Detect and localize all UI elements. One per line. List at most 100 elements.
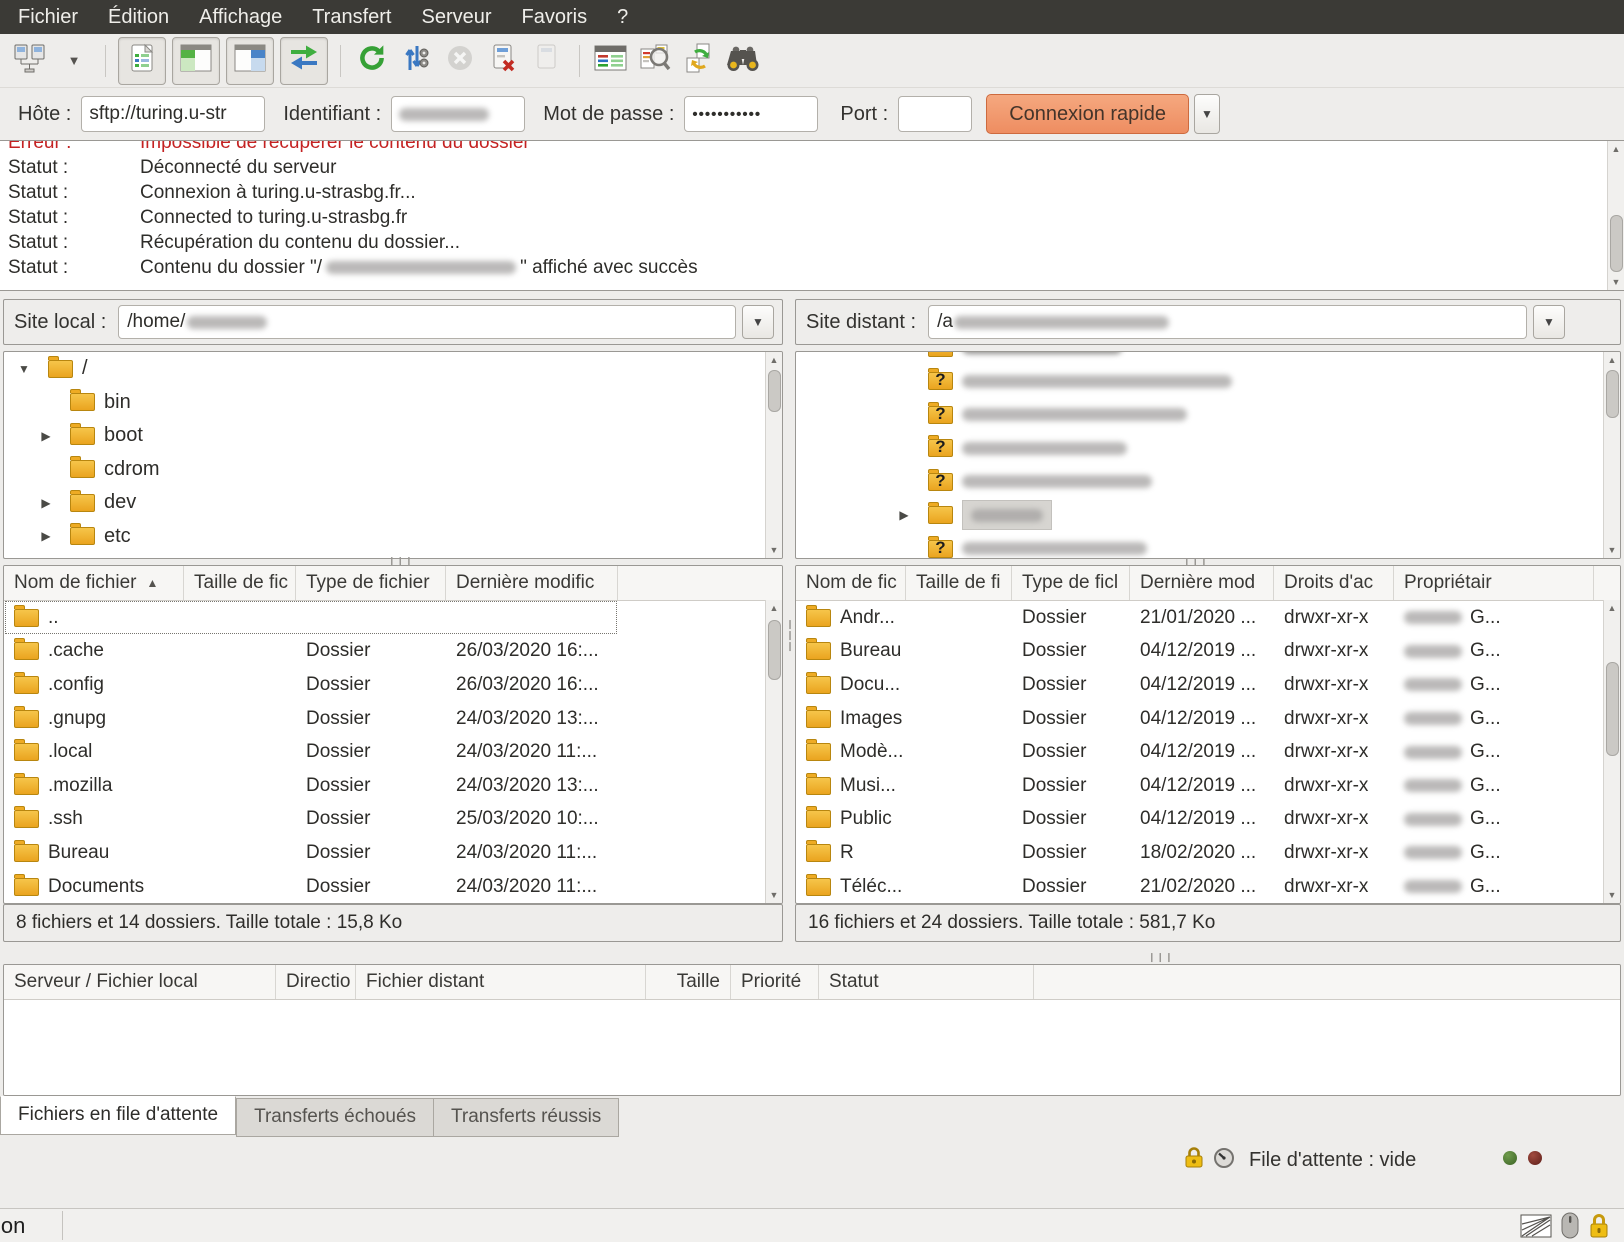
- column-header-owner[interactable]: Propriétair: [1394, 566, 1594, 600]
- file-row[interactable]: .cache Dossier 26/03/2020 16:...: [4, 635, 782, 669]
- disconnect-button[interactable]: [484, 39, 524, 83]
- file-row[interactable]: R Dossier 18/02/2020 ... drwxr-xr-x G...: [796, 836, 1620, 870]
- host-input[interactable]: [81, 96, 265, 132]
- column-header-remote-file[interactable]: Fichier distant: [356, 965, 646, 999]
- toggle-remote-tree-button[interactable]: [226, 37, 274, 85]
- tree-item-redacted[interactable]: [796, 432, 1620, 466]
- menu-item[interactable]: Transfert: [312, 6, 391, 29]
- column-header-server-local-file[interactable]: Serveur / Fichier local: [4, 965, 276, 999]
- scroll-up-icon[interactable]: ▲: [766, 600, 782, 616]
- lock-icon[interactable]: [1183, 1146, 1205, 1175]
- quickconnect-dropdown[interactable]: ▼: [1194, 94, 1220, 134]
- file-row[interactable]: ..: [4, 601, 782, 635]
- cancel-button[interactable]: [440, 39, 480, 83]
- remote-path-dropdown[interactable]: ▼: [1533, 305, 1565, 339]
- scroll-down-icon[interactable]: ▼: [1604, 542, 1620, 558]
- queue-empty-area[interactable]: [4, 1000, 1620, 1096]
- network-icon[interactable]: [1520, 1214, 1552, 1242]
- column-header-size[interactable]: Taille de fic: [184, 566, 296, 600]
- expander-closed-icon[interactable]: ▶: [36, 429, 56, 443]
- file-row[interactable]: .local Dossier 24/03/2020 11:...: [4, 735, 782, 769]
- column-header-modified[interactable]: Dernière modific: [446, 566, 618, 600]
- file-search-button[interactable]: [723, 39, 763, 83]
- toggle-message-log-button[interactable]: [118, 37, 166, 85]
- expander-closed-icon[interactable]: ▶: [36, 496, 56, 510]
- scroll-up-icon[interactable]: ▲: [766, 352, 782, 368]
- menu-item[interactable]: Favoris: [522, 6, 588, 29]
- log-scrollbar[interactable]: ▲ ▼: [1607, 141, 1624, 290]
- column-header-type[interactable]: Type de fichier: [296, 566, 446, 600]
- scroll-up-icon[interactable]: ▲: [1604, 600, 1620, 616]
- file-row[interactable]: Bureau Dossier 24/03/2020 11:...: [4, 836, 782, 870]
- column-header-size[interactable]: Taille: [646, 965, 731, 999]
- column-header-permissions[interactable]: Droits d'ac: [1274, 566, 1394, 600]
- scroll-down-icon[interactable]: ▼: [1608, 274, 1624, 290]
- tree-item-boot[interactable]: ▶ boot: [4, 419, 782, 453]
- scrollbar-thumb[interactable]: [1606, 662, 1619, 756]
- scrollbar-thumb[interactable]: [768, 620, 781, 680]
- file-row[interactable]: Docu... Dossier 04/12/2019 ... drwxr-xr-…: [796, 668, 1620, 702]
- column-header-modified[interactable]: Dernière mod: [1130, 566, 1274, 600]
- tree-item-redacted[interactable]: [796, 365, 1620, 399]
- expander-closed-icon[interactable]: ▶: [36, 529, 56, 543]
- remote-list-scrollbar[interactable]: ▲ ▼: [1603, 600, 1620, 903]
- tree-item-bin[interactable]: bin: [4, 386, 782, 420]
- mouse-icon[interactable]: [1561, 1212, 1579, 1242]
- menu-item[interactable]: Fichier: [18, 6, 78, 29]
- tree-item-selected[interactable]: ▶: [796, 499, 1620, 533]
- column-header-direction[interactable]: Directio: [276, 965, 356, 999]
- menu-item[interactable]: ?: [617, 6, 628, 29]
- tree-item-redacted[interactable]: [796, 532, 1620, 559]
- scroll-down-icon[interactable]: ▼: [766, 542, 782, 558]
- column-header-type[interactable]: Type de ficl: [1012, 566, 1130, 600]
- file-row[interactable]: Public Dossier 04/12/2019 ... drwxr-xr-x…: [796, 803, 1620, 837]
- toggle-transfer-queue-button[interactable]: [280, 37, 328, 85]
- file-row[interactable]: Musi... Dossier 04/12/2019 ... drwxr-xr-…: [796, 769, 1620, 803]
- remote-tree-scrollbar[interactable]: ▲ ▼: [1603, 352, 1620, 558]
- tab-failed-transfers[interactable]: Transferts échoués: [236, 1098, 434, 1137]
- splitter-handle[interactable]: ❙❙❙: [1148, 952, 1174, 963]
- scrollbar-thumb[interactable]: [768, 370, 781, 412]
- file-row[interactable]: .config Dossier 26/03/2020 16:...: [4, 668, 782, 702]
- tree-item-redacted[interactable]: [796, 351, 1620, 365]
- menu-item[interactable]: Affichage: [199, 6, 282, 29]
- synchronized-browsing-button[interactable]: [679, 39, 719, 83]
- tree-item-redacted[interactable]: [796, 398, 1620, 432]
- scrollbar-thumb[interactable]: [1610, 215, 1623, 272]
- menu-item[interactable]: Édition: [108, 6, 169, 29]
- tab-queued-files[interactable]: Fichiers en file d'attente: [0, 1096, 236, 1135]
- scrollbar-thumb[interactable]: [1606, 370, 1619, 418]
- local-path-dropdown[interactable]: ▼: [742, 305, 774, 339]
- tree-item-etc[interactable]: ▶ etc: [4, 520, 782, 554]
- scroll-down-icon[interactable]: ▼: [766, 887, 782, 903]
- file-row[interactable]: Bureau Dossier 04/12/2019 ... drwxr-xr-x…: [796, 635, 1620, 669]
- file-row[interactable]: .gnupg Dossier 24/03/2020 13:...: [4, 702, 782, 736]
- tree-item-cdrom[interactable]: cdrom: [4, 453, 782, 487]
- process-queue-button[interactable]: [396, 39, 436, 83]
- local-path-combo[interactable]: /home/: [118, 305, 736, 339]
- remote-path-combo[interactable]: /a: [928, 305, 1527, 339]
- tree-item-dev[interactable]: ▶ dev: [4, 486, 782, 520]
- column-header-name[interactable]: Nom de fichier▲: [4, 566, 184, 600]
- file-row[interactable]: Documents Dossier 24/03/2020 11:...: [4, 870, 782, 904]
- quickconnect-button[interactable]: Connexion rapide: [986, 94, 1189, 134]
- tree-item-redacted[interactable]: [796, 465, 1620, 499]
- port-input[interactable]: [898, 96, 972, 132]
- reconnect-button[interactable]: [528, 39, 568, 83]
- file-row[interactable]: Images Dossier 04/12/2019 ... drwxr-xr-x…: [796, 702, 1620, 736]
- tree-item-root[interactable]: ▼ /: [4, 352, 782, 386]
- directory-comparison-button[interactable]: [635, 39, 675, 83]
- file-row[interactable]: .ssh Dossier 25/03/2020 10:...: [4, 803, 782, 837]
- scroll-up-icon[interactable]: ▲: [1608, 141, 1624, 157]
- expander-open-icon[interactable]: ▼: [14, 362, 34, 376]
- column-header-size[interactable]: Taille de fi: [906, 566, 1012, 600]
- directory-listing-filters-button[interactable]: [591, 39, 631, 83]
- refresh-button[interactable]: [352, 39, 392, 83]
- column-header-status[interactable]: Statut: [819, 965, 1034, 999]
- file-row[interactable]: Téléc... Dossier 21/02/2020 ... drwxr-xr…: [796, 870, 1620, 904]
- menu-item[interactable]: Serveur: [421, 6, 491, 29]
- scroll-up-icon[interactable]: ▲: [1604, 352, 1620, 368]
- file-row[interactable]: Modè... Dossier 04/12/2019 ... drwxr-xr-…: [796, 735, 1620, 769]
- toggle-local-tree-button[interactable]: [172, 37, 220, 85]
- speed-limits-icon[interactable]: [1213, 1147, 1235, 1174]
